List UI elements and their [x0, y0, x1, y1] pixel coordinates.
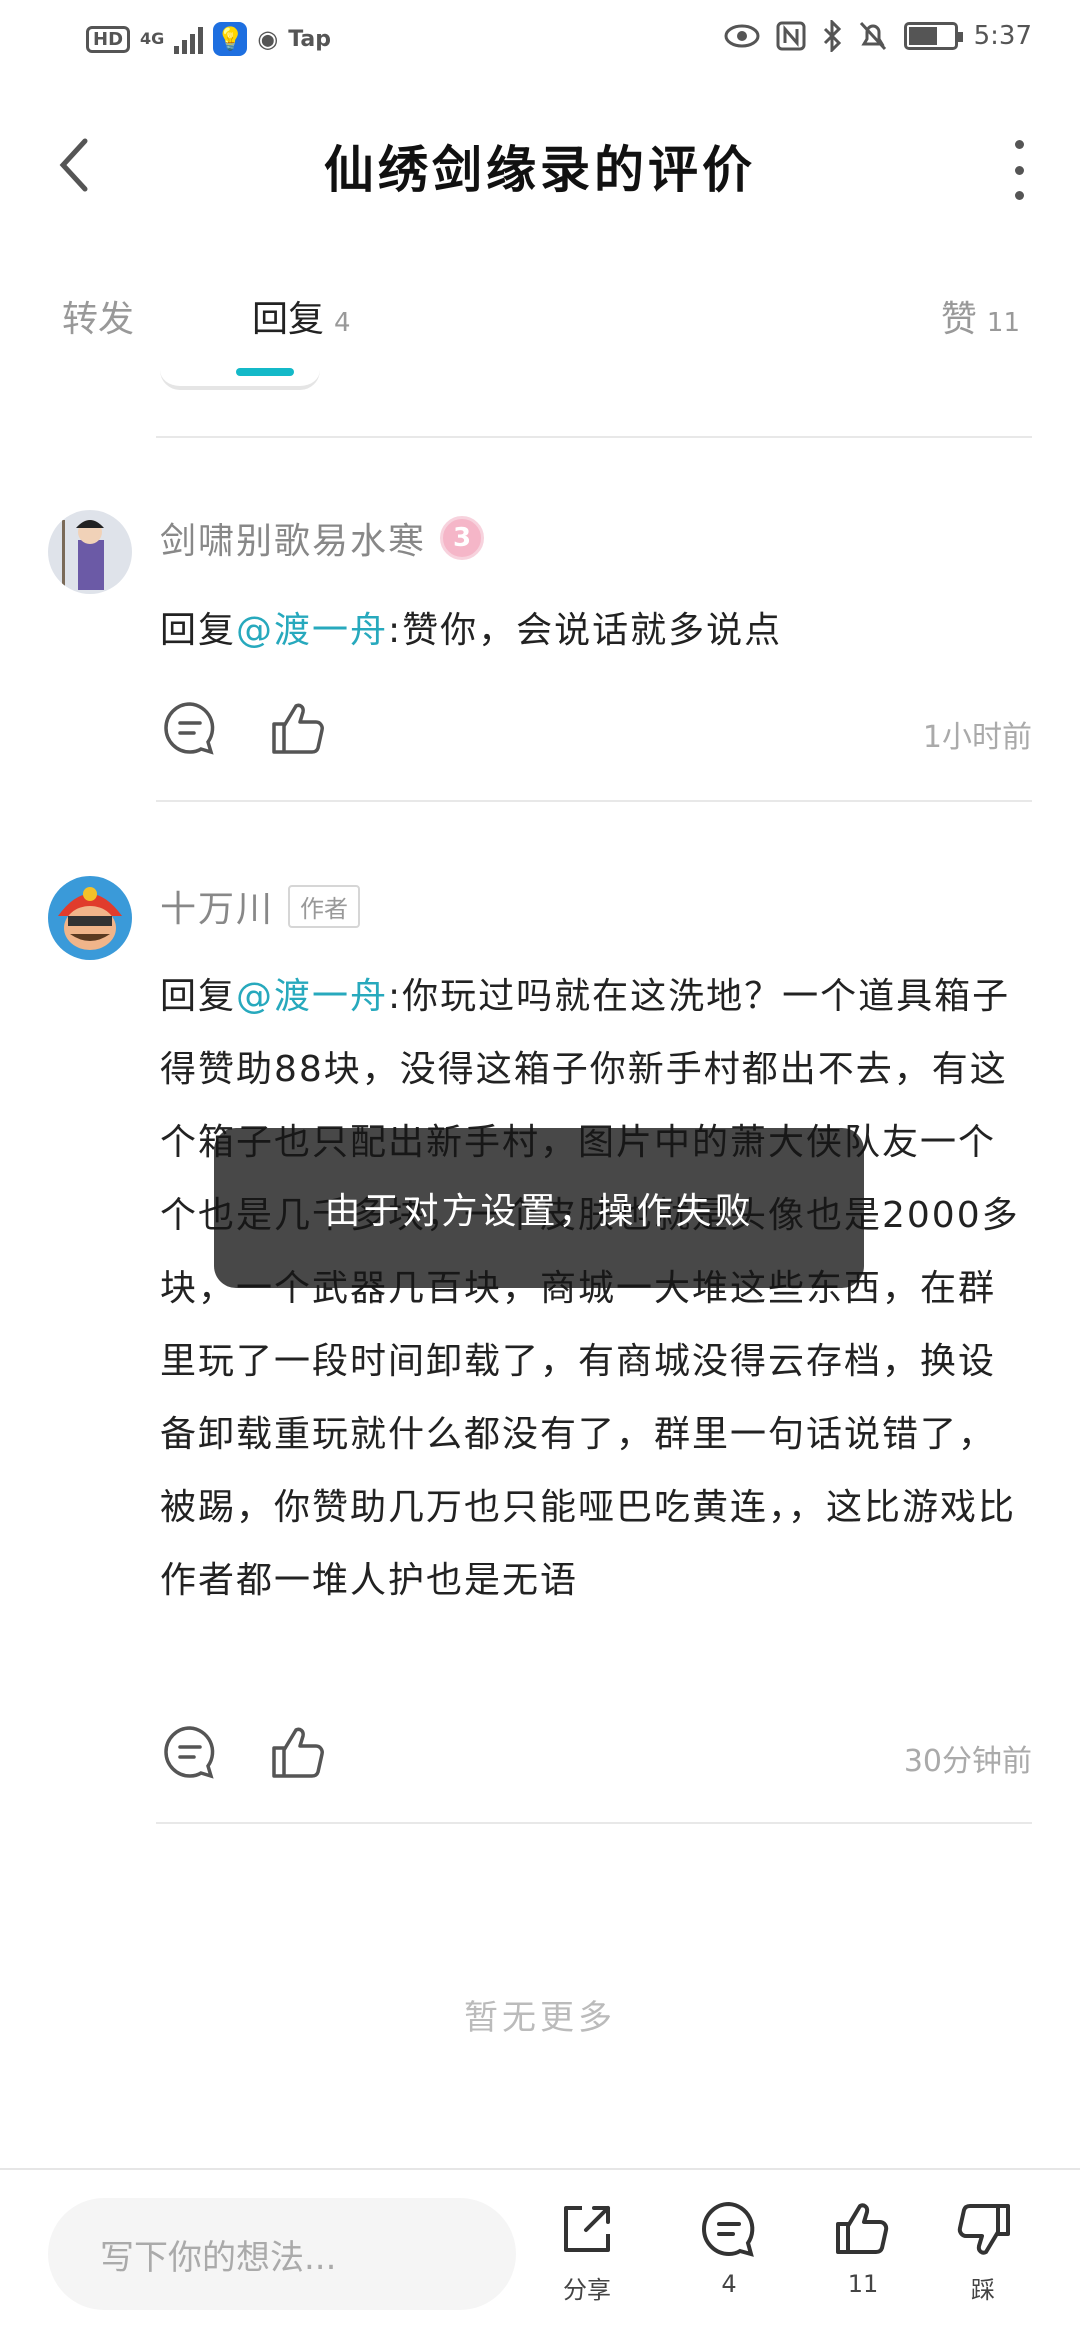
- divider: [156, 436, 1032, 438]
- reply-input[interactable]: 写下你的想法...: [48, 2198, 516, 2310]
- header: 仙绣剑缘录的评价: [0, 100, 1080, 230]
- tab-reply-label: 回复: [252, 299, 325, 340]
- reply-text: 回复@渡一舟:赞你，会说话就多说点: [160, 594, 1020, 667]
- toast: 由于对方设置，操作失败: [214, 1128, 864, 1288]
- level-badge: 3: [440, 516, 485, 560]
- username[interactable]: 十万川: [160, 880, 274, 932]
- clock: 5:37: [973, 21, 1032, 51]
- thumbs-up-icon: [836, 2203, 889, 2254]
- more-options-button[interactable]: [1004, 140, 1034, 200]
- tab-like[interactable]: 赞 11: [941, 290, 1020, 342]
- like-count: 11: [847, 2270, 879, 2298]
- mention-link[interactable]: @渡一舟: [236, 610, 388, 651]
- bottom-action-bar: 写下你的想法... 分享 4 11 踩: [0, 2168, 1080, 2340]
- reply-prefix: 回复: [160, 610, 237, 651]
- timestamp: 1小时前: [922, 720, 1032, 755]
- battery-icon: [903, 22, 963, 50]
- tab-like-label: 赞: [940, 299, 977, 340]
- signal-icon: [174, 24, 204, 54]
- nfc-icon: [776, 21, 806, 51]
- bluetooth-icon: [823, 20, 841, 52]
- dislike-label: 踩: [971, 2276, 995, 2304]
- timestamp: 30分钟前: [903, 1744, 1032, 1779]
- toast-message: 由于对方设置，操作失败: [324, 1191, 754, 1232]
- dislike-button[interactable]: 踩: [938, 2198, 1028, 2328]
- reply-content: :赞你，会说话就多说点: [388, 610, 783, 651]
- mention-link[interactable]: @渡一舟: [236, 976, 388, 1017]
- hd-indicator: HD: [86, 25, 131, 53]
- divider: [156, 1822, 1032, 1824]
- thumbs-down-icon: [957, 2204, 1010, 2255]
- eye-icon: [724, 24, 760, 48]
- thumbs-up-icon[interactable]: [268, 698, 328, 758]
- network-type: 4G: [140, 29, 165, 48]
- tab-like-count: 11: [986, 308, 1020, 338]
- comment-icon[interactable]: [160, 698, 220, 758]
- share-label: 分享: [563, 2276, 611, 2304]
- comment-icon: [702, 2201, 755, 2257]
- share-button[interactable]: 分享: [542, 2198, 632, 2328]
- tab-reply-count: 4: [334, 308, 351, 338]
- reply-text: 回复@渡一舟:你玩过吗就在这洗地？一个道具箱子得赞助88块，没得这箱子你新手村都…: [160, 960, 1020, 1617]
- status-bar: HD 4G 💡 ◉ Tap 5:37: [0, 0, 1080, 80]
- comment-count: 4: [721, 2270, 737, 2298]
- reply-prefix: 回复: [160, 976, 237, 1017]
- username[interactable]: 剑啸别歌易水寒: [160, 512, 426, 564]
- no-more-text: 暂无更多: [464, 1998, 616, 2038]
- lightbulb-icon: 💡: [213, 22, 248, 56]
- comment-icon[interactable]: [160, 1722, 220, 1782]
- divider: [156, 800, 1032, 802]
- author-tag: 作者: [288, 884, 361, 928]
- tab-bar: 转发 回复 4 赞 11: [0, 280, 1080, 376]
- tap-app-indicator: Tap: [288, 26, 331, 52]
- mute-icon: [859, 21, 886, 51]
- like-button[interactable]: 11: [818, 2198, 908, 2328]
- thumbs-up-icon[interactable]: [268, 1722, 328, 1782]
- avatar[interactable]: [48, 510, 132, 594]
- page-title: 仙绣剑缘录的评价: [324, 141, 756, 199]
- reply-content: :你玩过吗就在这洗地？一个道具箱子得赞助88块，没得这箱子你新手村都出不去，有这…: [160, 976, 1020, 1601]
- comment-count-button[interactable]: 4: [684, 2198, 774, 2328]
- scrolled-content-edge: [160, 370, 320, 390]
- tab-reply[interactable]: 回复 4: [252, 290, 351, 342]
- avatar[interactable]: [48, 876, 132, 960]
- tab-forward[interactable]: 转发: [62, 290, 134, 342]
- tab-forward-label: 转发: [62, 299, 135, 340]
- share-icon: [564, 2206, 610, 2252]
- record-icon: ◉: [257, 25, 279, 53]
